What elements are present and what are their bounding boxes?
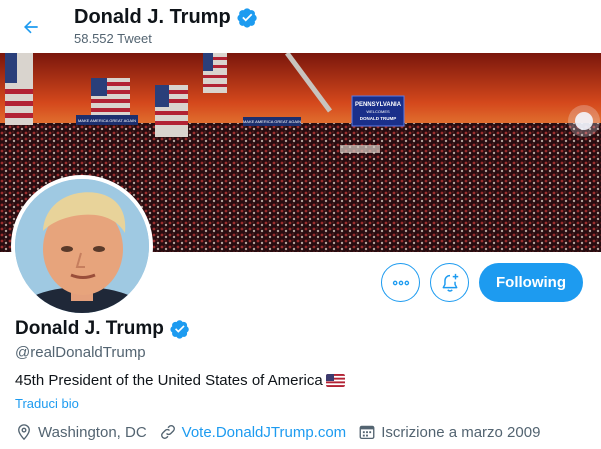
translate-bio-link[interactable]: Traduci bio (15, 396, 79, 411)
notifications-button[interactable] (430, 263, 470, 302)
profile-name: Donald J. Trump (15, 318, 164, 339)
more-options-button[interactable] (381, 263, 421, 302)
header-profile-name: Donald J. Trump (74, 6, 231, 28)
calendar-icon (359, 425, 375, 440)
tweet-count: 58.552 Tweet (74, 31, 152, 46)
profile-website-link[interactable]: Vote.DonaldJTrump.com (182, 424, 347, 441)
following-button[interactable]: Following (479, 263, 583, 302)
flag-right (203, 53, 227, 93)
link-icon (160, 425, 175, 439)
location-pin-icon (18, 424, 30, 441)
stage-banner-left-text: MAKE AMERICA GREAT AGAIN (78, 118, 136, 123)
more-options-icon (392, 280, 409, 285)
profile-meta: Washington, DC Vote.DonaldJTrump.com Isc… (15, 423, 552, 441)
profile-location: Washington, DC (38, 423, 147, 441)
profile-actions: Following (381, 263, 583, 302)
us-flag-icon (325, 374, 345, 387)
verified-badge-icon (237, 8, 257, 28)
flag-center-left (91, 78, 130, 116)
arrow-left-icon (24, 20, 38, 34)
back-button[interactable] (16, 12, 46, 42)
profile-joined-date: Iscrizione a marzo 2009 (381, 423, 541, 441)
profile-avatar[interactable] (11, 175, 153, 317)
verified-badge-icon (170, 320, 189, 339)
profile-header-bar: Donald J. Trump 58.552 Tweet (0, 0, 601, 53)
sign-bottom-text: DONALD TRUMP (360, 116, 397, 121)
stage-banner-mid-text: MAKE AMERICA GREAT AGAIN (243, 119, 301, 124)
profile-handle: @realDonaldTrump (15, 344, 146, 361)
sign-main-text: PENNSYLVANIA (355, 102, 402, 108)
bio-text: 45th President of the United States of A… (15, 372, 323, 389)
sign-sub-text: WELCOMES (366, 109, 390, 114)
bell-plus-icon (442, 273, 458, 292)
flag-center (155, 85, 188, 137)
profile-bio: 45th President of the United States of A… (15, 372, 345, 389)
flag-pole-left (5, 53, 33, 125)
